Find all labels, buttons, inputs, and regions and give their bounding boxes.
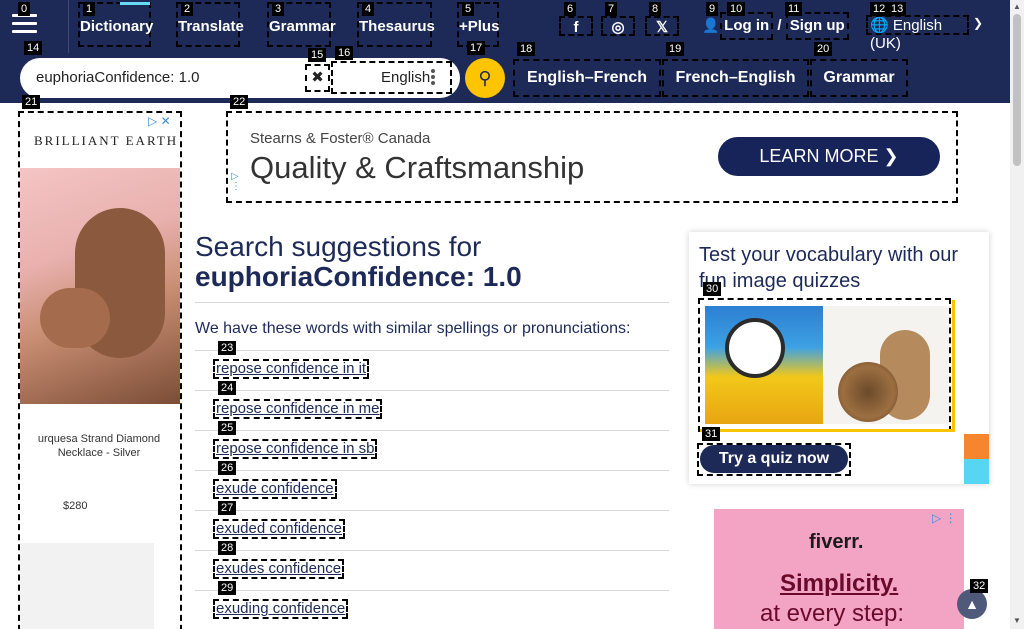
language-select[interactable]: 🌐 English (UK) — [866, 15, 969, 52]
banner-sponsor: Stearns & Foster® Canada — [250, 130, 431, 147]
ad-brand: BRILLIANT EARTH — [34, 133, 179, 148]
badge: 30 — [703, 282, 722, 296]
divider — [195, 350, 669, 351]
divider — [195, 430, 669, 431]
badge: 19 — [666, 42, 685, 56]
badge: 32 — [970, 579, 989, 593]
page-title: Search suggestions for — [195, 231, 482, 262]
suggestion-link[interactable]: exuding confidence — [213, 599, 349, 619]
parrot-head — [725, 318, 785, 378]
feedback-tab[interactable] — [964, 434, 989, 459]
badge: 24 — [218, 381, 237, 395]
arrow-up-icon[interactable]: ▲ — [957, 589, 987, 619]
search-term: euphoriaConfidence: 1.0 — [195, 261, 522, 292]
badge: 5 — [462, 2, 475, 16]
close-icon[interactable]: ✕ — [161, 114, 171, 128]
chevron-down-icon[interactable]: ❯ — [973, 16, 983, 30]
scrollbar-thumb[interactable] — [1013, 14, 1021, 166]
login-link[interactable]: Log in — [720, 12, 774, 40]
globe-icon: 🌐 — [870, 17, 889, 34]
badge: 26 — [218, 461, 237, 475]
feedback-tab[interactable] — [964, 459, 989, 484]
badge: 0 — [18, 2, 31, 16]
badge: 17 — [467, 41, 486, 55]
badge: 6 — [564, 2, 577, 16]
badge: 9 — [706, 2, 719, 16]
badge: 16 — [335, 46, 354, 60]
user-icon: 👤 — [702, 17, 720, 33]
badge: 29 — [218, 581, 237, 595]
badge: 13 — [888, 2, 907, 16]
badge: 22 — [230, 95, 249, 109]
ad-photo — [20, 168, 180, 404]
badge: 31 — [702, 427, 721, 441]
divider — [195, 510, 669, 511]
badge: 20 — [814, 42, 833, 56]
suggestion-link[interactable]: exudes confidence — [213, 559, 345, 579]
badge: 21 — [22, 95, 41, 109]
badge: 7 — [605, 2, 618, 16]
suggestion-link[interactable]: repose confidence in me — [213, 399, 383, 419]
badge: 1 — [83, 2, 96, 16]
badge: 4 — [362, 2, 375, 16]
hamburger-icon[interactable] — [12, 14, 37, 34]
subnav-grammar[interactable]: Grammar — [810, 59, 908, 97]
snail-shell — [838, 362, 898, 422]
badge: 27 — [218, 501, 237, 515]
badge: 8 — [649, 2, 662, 16]
adchoices-icon[interactable]: ▷ ⋮ — [231, 172, 241, 192]
signup-link[interactable]: Sign up — [785, 12, 849, 40]
badge: 10 — [727, 2, 746, 16]
badge: 2 — [181, 2, 194, 16]
search-query[interactable]: euphoriaConfidence: 1.0 — [36, 69, 199, 86]
x-icon[interactable]: 𝕏 — [645, 16, 679, 36]
badge: 14 — [24, 41, 43, 55]
badge: 12 — [870, 2, 889, 16]
dictionary-label: English — [381, 69, 431, 86]
auth-links: 👤 Log in / Sign up — [702, 12, 849, 40]
instagram-icon[interactable]: ◎ — [601, 16, 635, 36]
divider — [195, 590, 669, 591]
fiverr-headline: Simplicity. — [780, 570, 899, 597]
badge: 15 — [308, 48, 327, 62]
badge: 3 — [272, 2, 285, 16]
suggestion-link[interactable]: exude confidence — [213, 479, 337, 499]
subnav-english-french[interactable]: English–French — [513, 59, 661, 97]
ad-product: urquesa Strand Diamond Necklace - Silver — [37, 433, 161, 459]
auth-separator: / — [777, 17, 782, 34]
quiz-title: Test your vocabulary with our fun image … — [699, 244, 959, 292]
fiverr-logo: fiverr. — [809, 531, 864, 553]
badge: 23 — [218, 341, 237, 355]
banner-headline: Quality & Craftsmanship — [250, 150, 585, 185]
scroll-up-icon[interactable]: ▲ — [1013, 2, 1021, 11]
search-icon[interactable]: ⚲ — [465, 58, 505, 98]
more-options-icon[interactable] — [431, 69, 435, 85]
divider — [195, 302, 669, 303]
suggestion-link[interactable]: repose confidence in it — [213, 359, 370, 379]
intro-text: We have these words with similar spellin… — [195, 320, 631, 337]
badge: 28 — [218, 541, 237, 555]
divider — [195, 550, 669, 551]
learn-more-button[interactable]: LEARN MORE ❯ — [718, 137, 940, 176]
badge: 18 — [517, 42, 536, 56]
nav-divider — [68, 0, 69, 53]
divider — [195, 390, 669, 391]
close-icon[interactable]: ✖ — [305, 64, 330, 92]
chevron-right-icon: ❯ — [883, 146, 899, 166]
subnav-french-english[interactable]: French–English — [662, 59, 809, 97]
ad-product-image — [20, 543, 154, 629]
badge: 25 — [218, 421, 237, 435]
scroll-down-icon[interactable]: ▼ — [1013, 616, 1021, 625]
adchoices-icon[interactable]: ▷ ⋮ — [932, 511, 957, 525]
badge: 11 — [785, 2, 803, 16]
fiverr-subline: at every step: — [760, 600, 905, 627]
facebook-icon[interactable]: f — [559, 16, 593, 36]
try-quiz-button[interactable]: Try a quiz now — [700, 445, 848, 473]
divider — [195, 470, 669, 471]
suggestion-link[interactable]: exuded confidence — [213, 519, 345, 539]
ad-price: $280 — [63, 500, 88, 512]
adchoices-icon[interactable]: ▷ ✕ — [148, 114, 171, 128]
suggestion-link[interactable]: repose confidence in sb — [213, 439, 378, 459]
